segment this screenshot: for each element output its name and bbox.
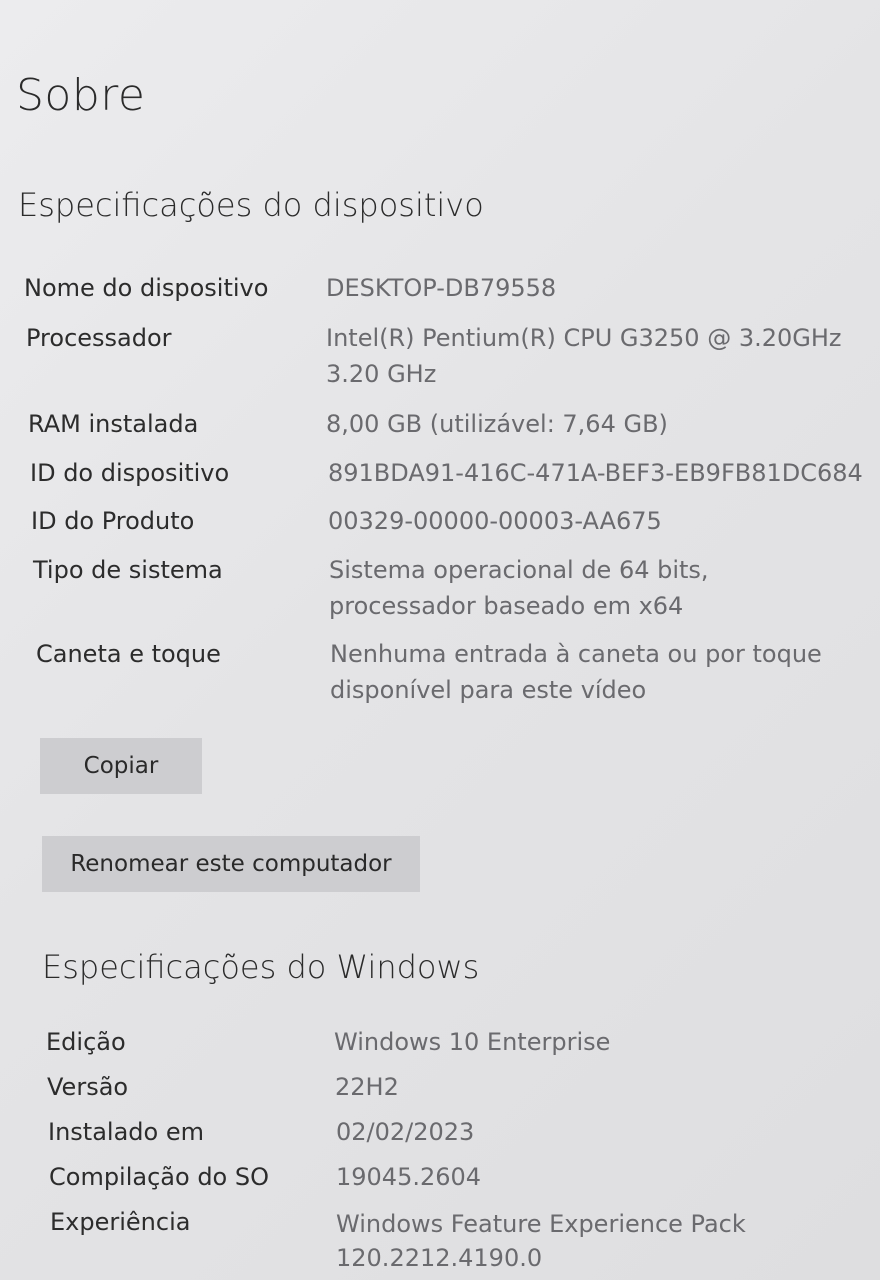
spec-value: 02/02/2023: [336, 1118, 475, 1146]
spec-value: 00329-00000-00003-AA675: [328, 507, 662, 535]
spec-label: ID do dispositivo: [30, 459, 230, 487]
rename-pc-button[interactable]: Renomear este computador: [42, 836, 420, 892]
windows-specs-title: Especificações do Windows: [42, 948, 480, 986]
spec-label: Experiência: [50, 1208, 191, 1236]
spec-label: Compilação do SO: [49, 1163, 269, 1191]
spec-value-line2: disponível para este vídeo: [330, 676, 647, 704]
spec-label: ID do Produto: [31, 507, 195, 535]
spec-value: Windows Feature Experience Pack: [336, 1210, 746, 1238]
spec-value: Nenhuma entrada à caneta ou por toque: [330, 640, 822, 668]
spec-value: 22H2: [335, 1073, 399, 1101]
spec-value: Windows 10 Enterprise: [334, 1028, 611, 1056]
spec-label: Caneta e toque: [36, 640, 221, 668]
spec-value: DESKTOP-DB79558: [326, 274, 557, 302]
spec-label: Versão: [47, 1073, 129, 1101]
spec-label: Instalado em: [48, 1118, 204, 1146]
spec-value: Sistema operacional de 64 bits,: [329, 556, 709, 584]
page-title: Sobre: [16, 70, 146, 121]
spec-value-line2: 3.20 GHz: [326, 360, 437, 388]
about-page: Sobre Especificações do dispositivo Nome…: [0, 0, 880, 1280]
spec-value-line2: processador baseado em x64: [329, 592, 684, 620]
spec-label: Nome do dispositivo: [24, 274, 269, 302]
spec-label: Processador: [26, 324, 172, 352]
spec-value: 891BDA91-416C-471A-BEF3-EB9FB81DC684: [328, 459, 863, 487]
spec-value-line2: 120.2212.4190.0: [336, 1244, 543, 1272]
spec-label: RAM instalada: [28, 410, 199, 438]
spec-value: 19045.2604: [336, 1163, 482, 1191]
device-specs-title: Especificações do dispositivo: [18, 186, 484, 224]
spec-label: Edição: [46, 1028, 126, 1056]
copy-button[interactable]: Copiar: [40, 738, 202, 794]
spec-value: 8,00 GB (utilizável: 7,64 GB): [326, 410, 668, 438]
spec-value: Intel(R) Pentium(R) CPU G3250 @ 3.20GHz: [326, 324, 842, 352]
spec-label: Tipo de sistema: [33, 556, 223, 584]
